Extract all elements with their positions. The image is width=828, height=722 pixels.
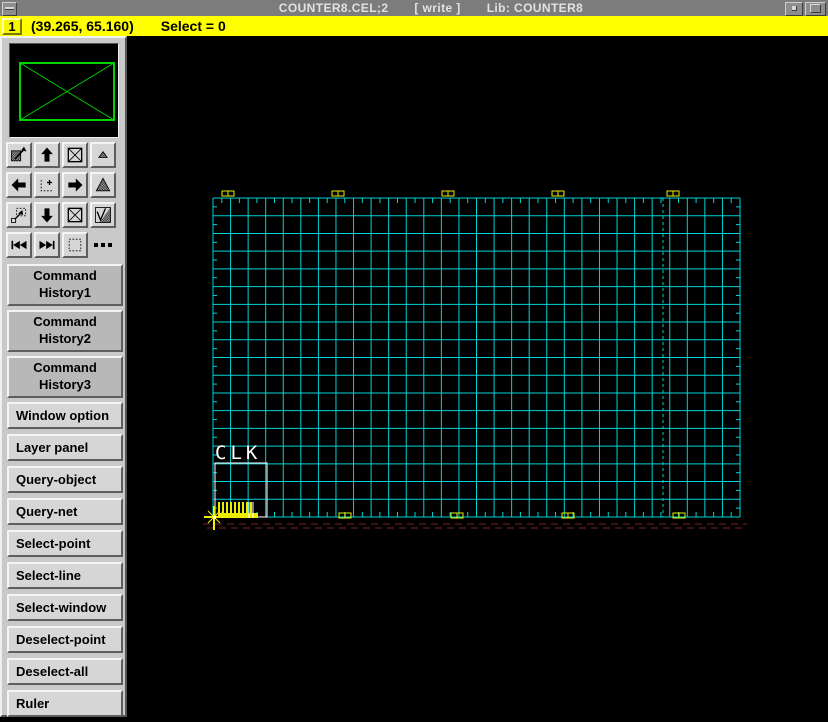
select-window-button[interactable]: Select-window	[7, 594, 123, 621]
window-title: COUNTER8.CEL;2 [ write ] Lib: COUNTER8	[17, 1, 785, 15]
zoom-region-button[interactable]	[6, 202, 32, 228]
layer-panel-button[interactable]: Layer panel	[7, 434, 123, 461]
window-menu-button[interactable]	[2, 1, 17, 16]
toggle-fill-button[interactable]	[90, 202, 116, 228]
toggle-fill-icon	[95, 207, 111, 223]
zoom-in-button[interactable]	[90, 172, 116, 198]
zoom-out-button[interactable]	[90, 142, 116, 168]
maximize-button[interactable]	[805, 1, 826, 16]
title-library: Lib: COUNTER8	[486, 1, 584, 15]
view-first-button[interactable]	[6, 232, 32, 258]
command-history2-button[interactable]: Command History2	[7, 310, 123, 352]
pan-right-button[interactable]	[62, 172, 88, 198]
select-line-button[interactable]: Select-line	[7, 562, 123, 589]
query-object-button[interactable]: Query-object	[7, 466, 123, 493]
pan-right-icon	[68, 178, 83, 192]
window-titlebar: COUNTER8.CEL;2 [ write ] Lib: COUNTER8	[0, 0, 828, 16]
window-option-button[interactable]: Window option	[7, 402, 123, 429]
zoom-window-icon	[67, 147, 83, 163]
select-count: Select = 0	[160, 18, 226, 34]
pan-down-button[interactable]	[34, 202, 60, 228]
view-first-icon	[11, 240, 27, 250]
view-next-button[interactable]	[34, 232, 60, 258]
deselect-all-button[interactable]: Deselect-all	[7, 658, 123, 685]
zoom-window-button[interactable]	[62, 142, 88, 168]
select-area-button[interactable]	[62, 232, 88, 258]
zoom-window-alt-icon	[67, 207, 83, 223]
cursor-coordinates: (39.265, 65.160)	[31, 18, 134, 34]
zoom-region-icon	[11, 207, 27, 223]
select-area-icon	[68, 238, 82, 252]
iconify-icon	[791, 6, 797, 11]
sidebar: Command History1 Command History2 Comman…	[0, 36, 127, 717]
overview-panel[interactable]	[9, 43, 119, 138]
zoom-window-alt-button[interactable]	[62, 202, 88, 228]
zoom-in-icon	[95, 177, 111, 192]
title-write-mode: [ write ]	[414, 1, 461, 15]
pan-up-icon	[41, 147, 53, 162]
zoom-in-area-icon	[40, 180, 52, 192]
iconify-button[interactable]	[785, 1, 803, 16]
main-area: Command History1 Command History2 Comman…	[0, 36, 828, 722]
zoom-out-icon	[98, 150, 108, 158]
ellipsis-icon	[94, 243, 98, 247]
select-point-button[interactable]: Select-point	[7, 530, 123, 557]
fit-redraw-button[interactable]	[6, 142, 32, 168]
pan-left-icon	[11, 178, 26, 192]
deselect-point-button[interactable]: Deselect-point	[7, 626, 123, 653]
zoom-in-area-button[interactable]	[34, 172, 60, 198]
fit-redraw-icon	[11, 146, 27, 162]
query-net-button[interactable]: Query-net	[7, 498, 123, 525]
pan-up-button[interactable]	[34, 142, 60, 168]
pan-left-button[interactable]	[6, 172, 32, 198]
window-menu-dash-icon	[5, 7, 14, 10]
maximize-icon	[810, 4, 821, 13]
svg-text:CLK: CLK	[215, 442, 261, 464]
view-next-icon	[39, 240, 55, 250]
overview-extent-icon	[19, 62, 115, 121]
view-toolbar	[6, 142, 116, 258]
ruler-button[interactable]: Ruler	[7, 690, 123, 717]
window-number-badge: 1	[2, 17, 22, 35]
title-cell-name: COUNTER8.CEL;2	[278, 1, 389, 15]
command-history3-button[interactable]: Command History3	[7, 356, 123, 398]
pan-down-icon	[41, 208, 53, 223]
canvas-area: CLK	[127, 36, 828, 722]
status-bar: 1 (39.265, 65.160) Select = 0	[0, 16, 828, 36]
command-history1-button[interactable]: Command History1	[7, 264, 123, 306]
layout-canvas[interactable]: CLK	[127, 36, 828, 722]
more-commands[interactable]	[90, 232, 116, 258]
